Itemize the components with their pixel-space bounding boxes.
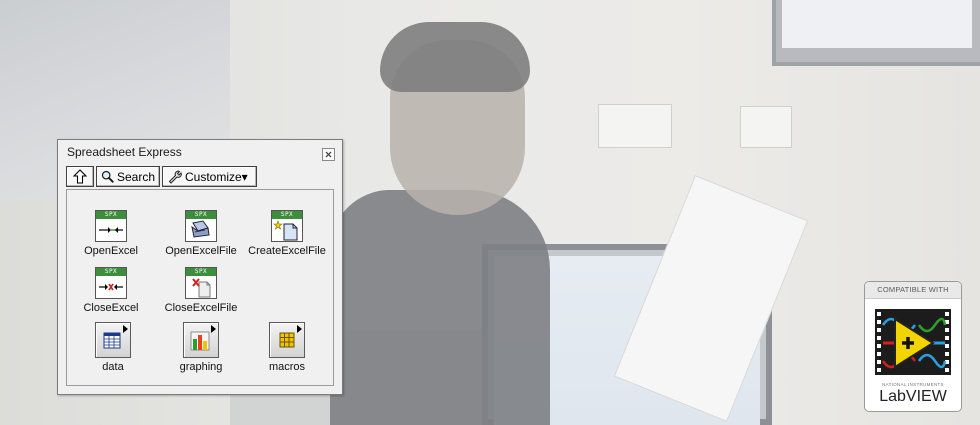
open-excel-file-icon: SPX [185,210,217,242]
background-person-hair [380,22,530,92]
palette-item-label: CreateExcelFile [248,245,326,257]
national-instruments-label: NATIONAL INSTRUMENTS [882,382,944,387]
close-excel-icon: SPX [95,267,127,299]
palette-item-label: OpenExcelFile [165,245,237,257]
subpalette-graphing[interactable]: graphing [157,322,245,373]
subpalette-data[interactable]: data [69,322,157,373]
macros-subpalette-icon [269,322,305,358]
compatible-with-label: COMPATIBLE WITH [865,282,961,299]
graphing-subpalette-icon [183,322,219,358]
close-icon [325,151,332,158]
search-button[interactable]: Search [96,166,160,187]
customize-button-label: Customize▾ [185,169,248,184]
close-button[interactable] [322,148,335,161]
background-monitor-top-screen [782,0,972,48]
data-subpalette-icon [95,322,131,358]
palette-toolbar: Search Customize▾ [66,166,257,188]
customize-button[interactable]: Customize▾ [162,166,257,187]
palette-item-close-excel-file[interactable]: SPX CloseExcelFile [157,267,245,314]
palette-item-open-excel[interactable]: SPX OpenExcel [67,210,155,257]
vi-tag: SPX [186,268,216,276]
spreadsheet-express-palette: Spreadsheet Express Search Customize▾ SP… [57,139,343,395]
palette-item-create-excel-file[interactable]: SPX CreateExcelFile [243,210,331,257]
palette-item-open-excel-file[interactable]: SPX OpenExcelFile [157,210,245,257]
palette-item-close-excel[interactable]: SPX CloseExcel [67,267,155,314]
subpalette-arrow-icon [297,325,302,333]
palette-titlebar[interactable]: Spreadsheet Express [58,140,342,164]
palette-item-label: macros [268,361,306,373]
up-arrow-icon [73,169,87,184]
palette-content: SPX OpenExcel SPX OpenExcelFile SPX Crea… [66,189,334,386]
close-excel-file-icon: SPX [185,267,217,299]
vi-tag: SPX [272,211,302,219]
background-person-body [330,190,550,425]
palette-item-label: data [102,361,124,373]
vi-tag: SPX [186,211,216,219]
palette-title: Spreadsheet Express [67,145,182,159]
palette-item-label: graphing [179,361,223,373]
labview-label: LabVIEW [879,388,947,405]
vi-tag: SPX [96,268,126,276]
up-button[interactable] [66,166,94,187]
palette-item-label: CloseExcelFile [164,302,238,314]
labview-logo-icon [875,309,951,375]
search-icon [101,170,114,183]
create-excel-file-icon: SPX [271,210,303,242]
subpalette-macros[interactable]: macros [243,322,331,373]
wrench-icon [168,170,182,184]
background-outlet-2 [740,106,792,148]
background-outlet [598,104,672,148]
palette-item-label: OpenExcel [84,245,138,257]
vi-tag: SPX [96,211,126,219]
open-excel-icon: SPX [95,210,127,242]
palette-item-label: CloseExcel [83,302,139,314]
search-button-label: Search [116,169,155,184]
labview-compatible-badge: COMPATIBLE WITH NATIONAL INSTRUMENTS Lab… [864,281,962,412]
subpalette-arrow-icon [123,325,128,333]
